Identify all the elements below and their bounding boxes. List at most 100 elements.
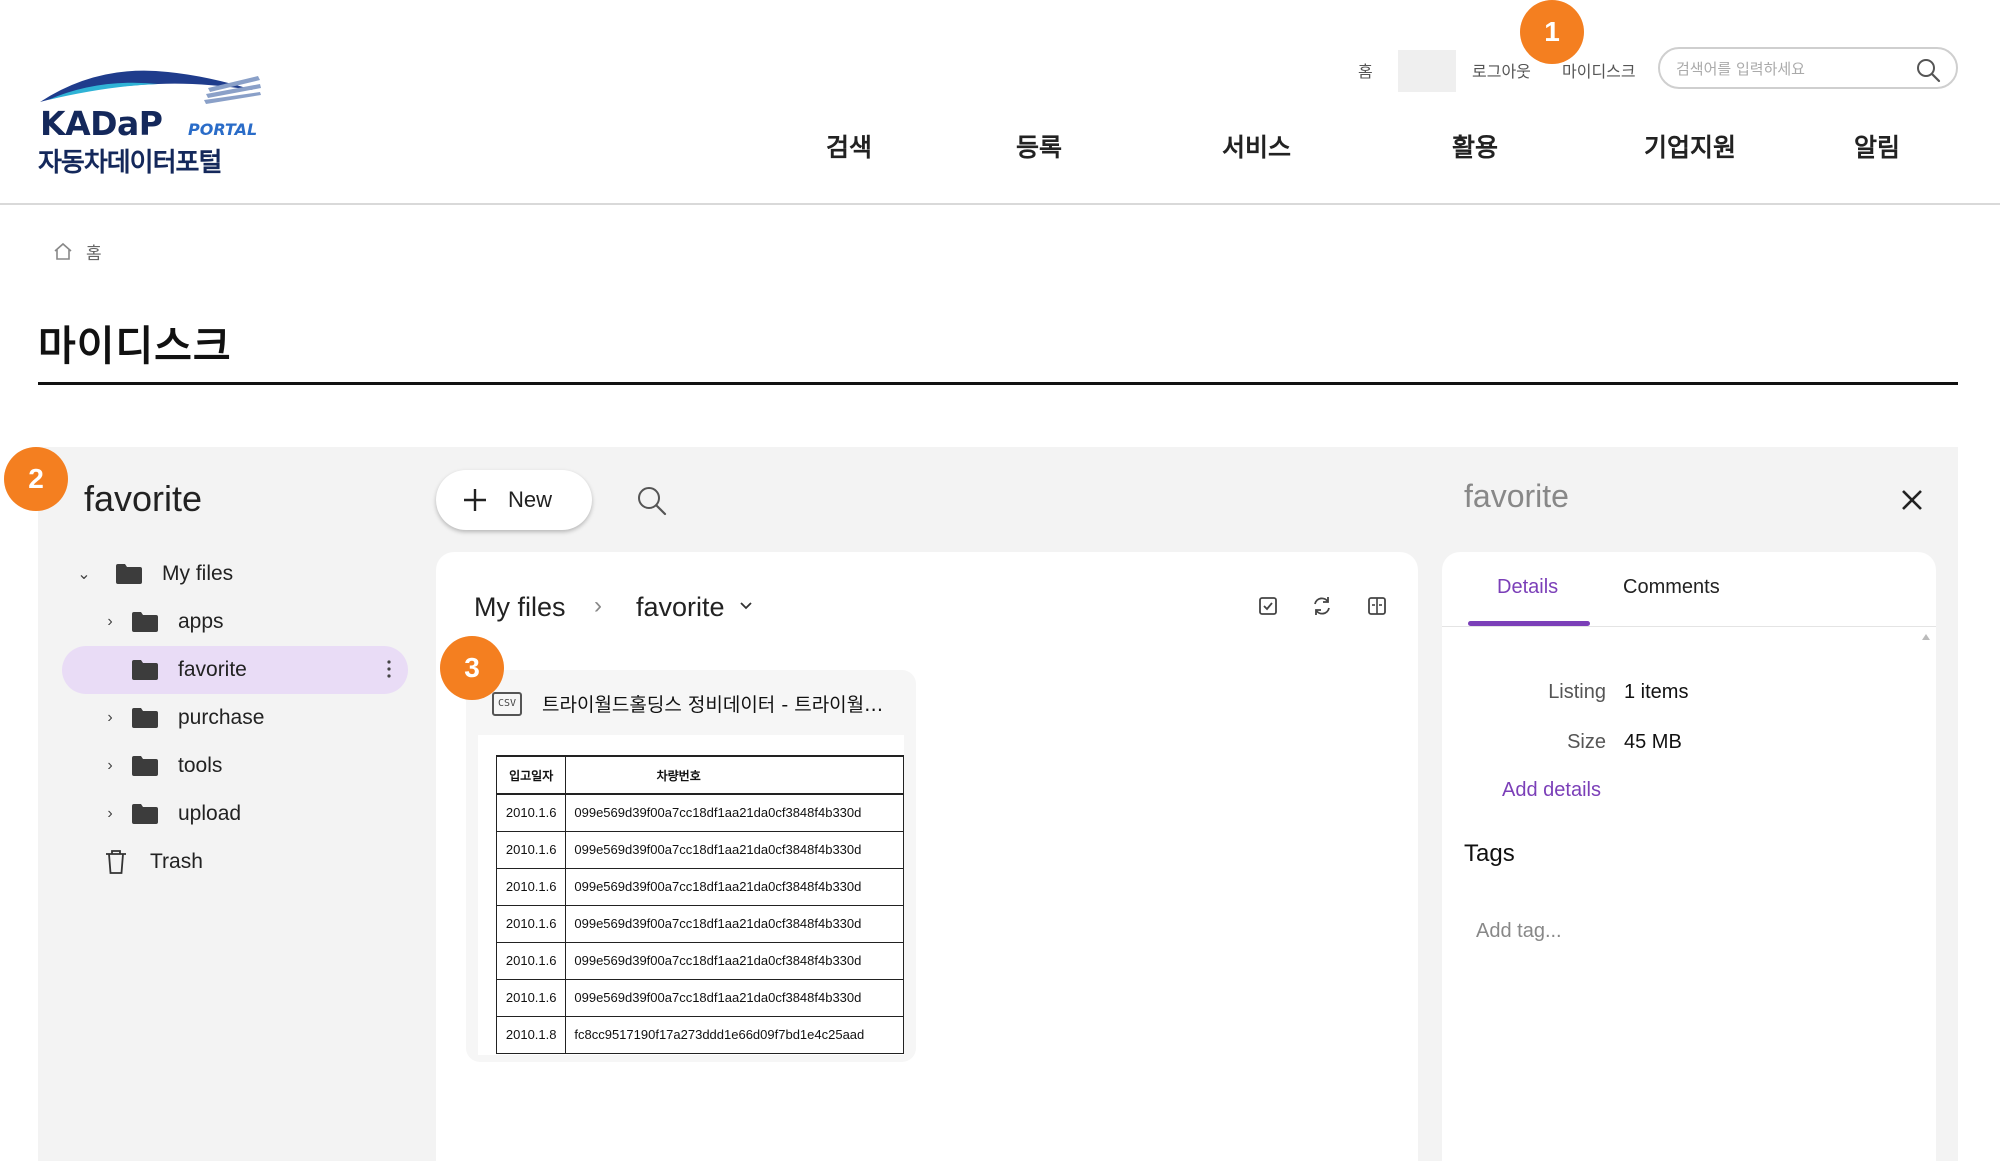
util-home-link[interactable]: 홈 bbox=[1358, 58, 1373, 82]
tree-item-label: purchase bbox=[178, 706, 265, 729]
table-row: 2010.1.6 099e569d39f00a7cc18df1aa21da0cf3… bbox=[495, 793, 904, 832]
tab-comments[interactable]: Comments bbox=[1623, 576, 1720, 599]
site-search-input[interactable] bbox=[1676, 58, 1906, 80]
chevron-right-icon[interactable]: › bbox=[98, 805, 122, 823]
kadap-logo[interactable]: KADaP PORTAL 자동차데이터포털 bbox=[38, 62, 268, 182]
crumb-favorite[interactable]: favorite bbox=[636, 592, 725, 623]
table-cell: 2010.1.6 bbox=[495, 793, 567, 832]
folder-icon bbox=[116, 564, 142, 584]
site-header: KADaP PORTAL 자동차데이터포털 홈 로그아웃 마이디스크 검색 등록… bbox=[0, 0, 2000, 205]
table-row: 2010.1.6 099e569d39f00a7cc18df1aa21da0cf3… bbox=[495, 978, 904, 1017]
tab-details[interactable]: Details bbox=[1497, 576, 1558, 599]
folder-icon bbox=[132, 708, 158, 728]
table-row: 2010.1.6 099e569d39f00a7cc18df1aa21da0cf3… bbox=[495, 941, 904, 980]
tree-item-favorite[interactable]: favorite bbox=[62, 646, 408, 694]
breadcrumb-home[interactable]: 홈 bbox=[86, 239, 102, 264]
select-all-icon[interactable] bbox=[1256, 594, 1280, 618]
refresh-icon[interactable] bbox=[1310, 594, 1334, 618]
table-cell: 099e569d39f00a7cc18df1aa21da0cf3848f4b33… bbox=[565, 830, 904, 869]
table-cell: 2010.1.6 bbox=[495, 904, 567, 943]
details-panel bbox=[1442, 552, 1936, 1161]
table-row: 2010.1.6 099e569d39f00a7cc18df1aa21da0cf3… bbox=[495, 830, 904, 869]
size-label: Size bbox=[1567, 731, 1606, 753]
table-cell: 099e569d39f00a7cc18df1aa21da0cf3848f4b33… bbox=[565, 941, 904, 980]
gnb-utilize[interactable]: 활용 bbox=[1452, 128, 1498, 164]
chevron-down-icon[interactable]: ⌄ bbox=[72, 564, 96, 584]
table-cell: 099e569d39f00a7cc18df1aa21da0cf3848f4b33… bbox=[565, 904, 904, 943]
tree-item-my-files[interactable]: ⌄ My files bbox=[72, 550, 412, 598]
scroll-up-icon[interactable] bbox=[1922, 634, 1930, 640]
tree-item-tools[interactable]: › tools bbox=[98, 742, 412, 790]
crumb-my-files[interactable]: My files bbox=[474, 592, 566, 623]
table-cell: 2010.1.6 bbox=[495, 867, 567, 906]
sidebar-title: favorite bbox=[84, 478, 203, 519]
tree-item-label: My files bbox=[162, 562, 234, 585]
table-row: 2010.1.6 099e569d39f00a7cc18df1aa21da0cf3… bbox=[495, 904, 904, 943]
util-logout-link[interactable]: 로그아웃 bbox=[1472, 58, 1531, 82]
listing-label: Listing bbox=[1548, 681, 1606, 703]
logo-brand: KADaP bbox=[40, 104, 163, 143]
table-cell: fc8cc9517190f17a273ddd1e66d09f7bd1e4c25a… bbox=[565, 1015, 904, 1054]
tree-item-label: upload bbox=[178, 802, 242, 825]
title-divider bbox=[38, 382, 1958, 385]
util-mydisk-link[interactable]: 마이디스크 bbox=[1562, 58, 1636, 82]
tree-item-purchase[interactable]: › purchase bbox=[98, 694, 412, 742]
tree-item-trash[interactable]: Trash bbox=[104, 838, 412, 886]
logo-portal: PORTAL bbox=[188, 120, 258, 139]
tree-item-apps[interactable]: › apps bbox=[98, 598, 412, 646]
tab-divider bbox=[1442, 626, 1936, 627]
view-toggle-icon[interactable] bbox=[1365, 594, 1389, 618]
site-search bbox=[1658, 47, 1958, 89]
gnb-notice[interactable]: 알림 bbox=[1854, 128, 1900, 164]
folder-icon bbox=[132, 756, 158, 776]
add-details-link[interactable]: Add details bbox=[1502, 779, 1601, 802]
plus-icon bbox=[464, 489, 486, 511]
details-title: favorite bbox=[1464, 478, 1569, 514]
logo-name: 자동차데이터포털 bbox=[38, 148, 222, 178]
table-header: 입고일자 bbox=[495, 755, 567, 795]
gnb-register[interactable]: 등록 bbox=[1016, 128, 1062, 164]
add-tag-input[interactable] bbox=[1476, 920, 1776, 943]
tree-item-label: apps bbox=[178, 610, 224, 633]
crumb-separator-icon: › bbox=[594, 592, 602, 619]
tags-heading: Tags bbox=[1464, 840, 1515, 867]
thumbnail-table: 입고일자 차량번호 2010.1.6 099e569d39f00a7cc18df1… bbox=[495, 755, 904, 1054]
chevron-right-icon[interactable]: › bbox=[98, 757, 122, 775]
util-placeholder bbox=[1398, 50, 1456, 92]
table-cell: 2010.1.6 bbox=[495, 978, 567, 1017]
csv-file-icon: CSV bbox=[492, 692, 522, 716]
close-icon[interactable] bbox=[1900, 488, 1924, 512]
annotation-marker-3: 3 bbox=[440, 636, 504, 700]
annotation-marker-1: 1 bbox=[1520, 0, 1584, 64]
table-cell: 099e569d39f00a7cc18df1aa21da0cf3848f4b33… bbox=[565, 793, 904, 832]
table-cell: 2010.1.6 bbox=[495, 830, 567, 869]
new-button-label: New bbox=[508, 487, 553, 512]
search-icon[interactable] bbox=[1914, 56, 1942, 84]
chevron-down-icon[interactable] bbox=[738, 598, 754, 614]
tree-item-label: tools bbox=[178, 754, 223, 777]
home-icon[interactable] bbox=[52, 240, 74, 262]
chevron-right-icon[interactable]: › bbox=[98, 709, 122, 727]
file-name[interactable]: 트라이월드홀딩스 정비데이터 - 트라이월드홀딩스 정비데이터 bbox=[542, 690, 892, 717]
tree-item-upload[interactable]: › upload bbox=[98, 790, 412, 838]
page-title: 마이디스크 bbox=[38, 322, 232, 370]
listing-value: 1 items bbox=[1624, 681, 1689, 703]
table-cell: 2010.1.6 bbox=[495, 941, 567, 980]
search-icon[interactable] bbox=[636, 485, 668, 517]
folder-icon bbox=[132, 804, 158, 824]
new-button[interactable]: New bbox=[436, 470, 592, 530]
gnb-service[interactable]: 서비스 bbox=[1222, 128, 1291, 164]
gnb-business-support[interactable]: 기업지원 bbox=[1644, 128, 1736, 164]
annotation-marker-2: 2 bbox=[4, 447, 68, 511]
gnb-search[interactable]: 검색 bbox=[826, 128, 872, 164]
tree-item-label: favorite bbox=[178, 658, 247, 681]
table-cell: 2010.1.8 bbox=[495, 1015, 567, 1054]
chevron-right-icon[interactable]: › bbox=[98, 613, 122, 631]
folder-icon bbox=[132, 660, 158, 680]
trash-icon bbox=[106, 850, 126, 874]
file-thumbnail[interactable]: 입고일자 차량번호 2010.1.6 099e569d39f00a7cc18df1… bbox=[478, 735, 904, 1055]
size-value: 45 MB bbox=[1624, 731, 1682, 753]
more-vertical-icon[interactable] bbox=[386, 658, 392, 680]
table-cell: 099e569d39f00a7cc18df1aa21da0cf3848f4b33… bbox=[565, 867, 904, 906]
table-cell: 099e569d39f00a7cc18df1aa21da0cf3848f4b33… bbox=[565, 978, 904, 1017]
